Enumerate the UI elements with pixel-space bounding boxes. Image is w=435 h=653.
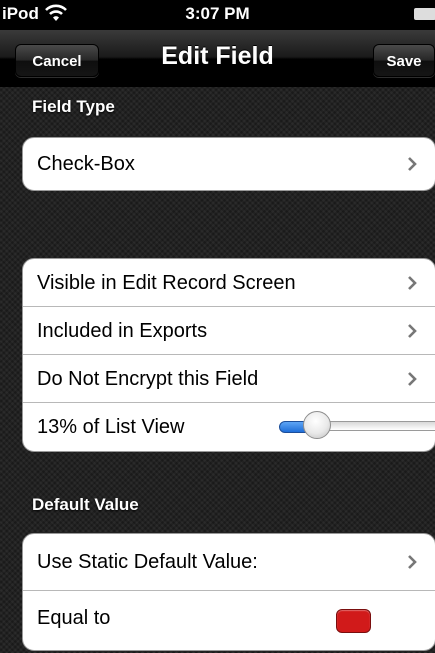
list-item[interactable]: Visible in Edit Record Screen — [23, 259, 435, 307]
list-view-width-label: 13% of List View — [37, 416, 185, 438]
page-title: Edit Field — [161, 42, 274, 70]
chevron-right-icon — [408, 555, 417, 569]
options-group: Visible in Edit Record Screen Included i… — [22, 258, 435, 452]
do-not-encrypt-label: Do Not Encrypt this Field — [37, 368, 259, 390]
field-type-row[interactable]: Check-Box — [23, 138, 435, 190]
equal-to-label: Equal to — [37, 607, 111, 629]
slider-thumb[interactable] — [303, 411, 331, 439]
list-view-width-row: 13% of List View — [23, 403, 435, 451]
field-type-group: Check-Box — [22, 137, 435, 191]
use-static-default-label: Use Static Default Value: — [37, 551, 258, 573]
chevron-right-icon — [408, 324, 417, 338]
navigation-bar: Cancel Edit Field Save — [0, 30, 435, 87]
included-in-exports-label: Included in Exports — [37, 320, 208, 342]
section-header-default-value: Default Value — [32, 495, 139, 514]
table-view[interactable]: Field Type Check-Box Visible in Edit Rec… — [0, 87, 435, 653]
chevron-right-icon — [408, 276, 417, 290]
list-item[interactable]: Do Not Encrypt this Field — [23, 355, 435, 403]
list-view-width-slider[interactable] — [279, 411, 435, 439]
list-item[interactable]: Use Static Default Value: — [23, 534, 435, 591]
battery-icon — [414, 8, 435, 20]
equal-to-row[interactable]: Equal to — [23, 591, 435, 650]
chevron-right-icon — [408, 372, 417, 386]
list-item[interactable]: Included in Exports — [23, 307, 435, 355]
default-value-group: Use Static Default Value: Equal to — [22, 533, 435, 651]
field-type-value: Check-Box — [37, 153, 135, 175]
clock: 3:07 PM — [185, 4, 250, 23]
section-header-field-type: Field Type — [32, 97, 115, 116]
save-button[interactable]: Save — [373, 44, 435, 77]
color-swatch[interactable] — [336, 609, 371, 633]
status-bar: iPod 3:07 PM — [0, 0, 435, 30]
visible-in-edit-label: Visible in Edit Record Screen — [37, 272, 296, 294]
chevron-right-icon — [408, 157, 417, 171]
